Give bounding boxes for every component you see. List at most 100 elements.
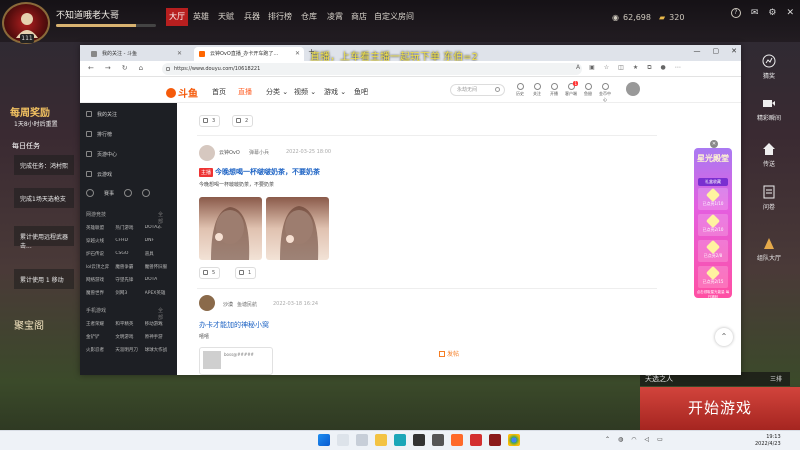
browser-tab-active[interactable]: 云钟OvO直播_办卡开车跑了… ✕ xyxy=(194,47,304,61)
app-icon[interactable] xyxy=(470,434,482,446)
sidebar-game[interactable]: 热门游戏 xyxy=(115,225,144,231)
sidebar-game[interactable]: 道具 xyxy=(145,251,174,257)
header-yuchi[interactable]: 鱼翅 xyxy=(581,83,595,97)
weekly-reward-title[interactable]: 每周奖励 xyxy=(10,104,50,119)
site-logo[interactable]: 斗鱼 xyxy=(166,85,198,100)
game-nav-custom-room[interactable]: 自定义房间 xyxy=(374,8,414,26)
windows-start-icon[interactable] xyxy=(318,434,330,446)
sidebar-item-follow[interactable]: 我的关注 xyxy=(86,111,117,118)
game-mode-team[interactable]: 三排 xyxy=(770,374,782,383)
back-icon[interactable]: ← xyxy=(88,64,94,72)
battery-icon[interactable]: ▭ xyxy=(657,436,663,443)
post-title[interactable]: 办卡才能加的神秘小窝 xyxy=(199,320,269,330)
sidebar-game[interactable]: CFHD xyxy=(115,238,144,244)
sidebar-game[interactable]: 炉石传说 xyxy=(86,251,115,257)
network-icon[interactable]: ◍ xyxy=(618,436,623,443)
game-nav-heroes[interactable]: 英雄 xyxy=(191,8,211,26)
forward-icon[interactable]: → xyxy=(105,64,111,72)
comment-button[interactable]: 1 xyxy=(235,267,257,279)
game-nav-storage[interactable]: 仓库 xyxy=(299,8,319,26)
sidebar-game[interactable]: DOTA xyxy=(145,277,174,283)
sidebar-game[interactable]: 魔兽争霸 xyxy=(115,264,144,270)
lol-icon[interactable] xyxy=(124,189,133,197)
game-nav-shop[interactable]: 商店 xyxy=(349,8,369,26)
promo-item[interactable]: 已点亮2/8 xyxy=(698,239,728,262)
header-coin-center[interactable]: 金币中心 xyxy=(598,83,612,103)
post-button[interactable]: 发帖 xyxy=(439,349,459,358)
url-input[interactable]: https://www.douyu.com/10618221 xyxy=(162,63,582,75)
sidebar-game[interactable]: 球球大作战 xyxy=(145,347,174,353)
sidebar-game[interactable]: 魔兽怀旧服 xyxy=(145,264,174,270)
home-icon[interactable]: ⌂ xyxy=(139,64,143,72)
sidebar-game[interactable]: 移动游戏 xyxy=(145,321,174,327)
sidebar-game[interactable]: 网络游戏 xyxy=(86,277,115,283)
help-icon[interactable]: ? xyxy=(730,8,741,18)
sidebar-game[interactable]: 金铲铲 xyxy=(86,334,115,340)
settings-icon[interactable]: ⚙ xyxy=(768,8,776,18)
post-image[interactable] xyxy=(199,197,262,260)
close-icon[interactable]: ✕ xyxy=(295,47,300,61)
site-search-input[interactable]: 永劫无间 xyxy=(450,84,505,96)
post-title[interactable]: 今晚想喝一杯啵啵奶茶，不要奶茶 xyxy=(215,167,320,177)
douyu-icon[interactable] xyxy=(451,434,463,446)
starlight-promo-banner[interactable]: 星光殿堂 礼盒收藏 已点亮1/10 已点亮2/10 已点亮2/8 已点亮2/15… xyxy=(694,148,732,299)
site-nav-category[interactable]: 分类 ⌄ xyxy=(266,87,288,97)
game-nav-lobby[interactable]: 大厅 xyxy=(166,8,188,26)
wifi-icon[interactable]: ◠ xyxy=(631,436,636,443)
promo-close-button[interactable]: ✕ xyxy=(710,140,718,148)
collections-icon[interactable]: ⧉ xyxy=(647,64,651,72)
search-icon[interactable] xyxy=(337,434,349,446)
mail-icon[interactable]: ✉ xyxy=(751,8,759,18)
sidebar-event-label[interactable]: 赛事 xyxy=(104,190,114,197)
sidebar-game[interactable]: 王者荣耀 xyxy=(86,321,115,327)
sidebar-game[interactable]: 穿越火线 xyxy=(86,238,115,244)
site-nav-fishbar[interactable]: 鱼吧 xyxy=(354,87,368,97)
sidebar-game[interactable]: 剑网3 xyxy=(115,290,144,296)
daily-task-item[interactable]: 累计使用远程武器击... xyxy=(14,226,74,250)
sidebar-game[interactable]: 文明游戏 xyxy=(115,334,144,340)
author-avatar[interactable] xyxy=(199,145,215,161)
sidebar-item-cloud-game[interactable]: 云游戏 xyxy=(86,171,112,178)
extension-icon[interactable]: ▣ xyxy=(589,64,595,72)
close-icon[interactable]: ✕ xyxy=(731,47,737,55)
post-link-card[interactable]: boss@##### xyxy=(199,347,273,375)
sidebar-game[interactable]: 天涯明月刀 xyxy=(115,347,144,353)
treasure-pavilion[interactable]: 聚宝阁 xyxy=(14,317,44,332)
trophy-icon[interactable] xyxy=(86,189,94,197)
close-icon[interactable]: ✕ xyxy=(786,8,794,18)
chevron-up-icon[interactable]: ⌃ xyxy=(605,436,610,443)
file-explorer-icon[interactable] xyxy=(375,434,387,446)
game-icon[interactable] xyxy=(489,434,501,446)
sidebar-game[interactable]: APEX英雄 xyxy=(145,290,174,296)
sidebar-game[interactable]: 和平精英 xyxy=(115,321,144,327)
header-broadcast[interactable]: 开播 xyxy=(547,83,561,97)
app-icon[interactable] xyxy=(413,434,425,446)
daily-task-item[interactable]: 完成1场天选枪支 xyxy=(14,188,74,208)
sidebar-game[interactable]: DNF xyxy=(145,238,174,244)
sidebar-game[interactable]: 英雄联盟 xyxy=(86,225,115,231)
sidebar-game[interactable]: 魔兽世界 xyxy=(86,290,115,296)
favorite-icon[interactable]: ☆ xyxy=(604,64,609,72)
sidebar-game[interactable]: CSGO xyxy=(115,251,144,257)
edge-browser-icon[interactable] xyxy=(394,434,406,446)
right-side-guess[interactable]: 猜奖 xyxy=(742,54,796,80)
back-to-top-button[interactable]: ⌃ xyxy=(715,328,733,346)
task-view-icon[interactable] xyxy=(356,434,368,446)
maximize-icon[interactable]: ▢ xyxy=(713,47,720,55)
close-icon[interactable]: ✕ xyxy=(177,47,182,61)
daily-task-title[interactable]: 每日任务 xyxy=(12,141,40,151)
author-name[interactable]: 沙漠 xyxy=(223,301,233,308)
reload-icon[interactable]: ↻ xyxy=(122,64,128,72)
sidebar-game[interactable]: 原神手游 xyxy=(145,334,174,340)
comment-button[interactable]: 2 xyxy=(232,115,254,127)
sidebar-game[interactable]: 守望先锋 xyxy=(115,277,144,283)
split-icon[interactable]: ◫ xyxy=(618,64,624,72)
site-nav-video[interactable]: 视频 ⌄ xyxy=(294,87,316,97)
browser-tab[interactable]: 我的关注 - 斗鱼 ✕ xyxy=(86,47,186,61)
sidebar-item-webgame[interactable]: 页游中心 xyxy=(86,151,117,158)
search-icon[interactable] xyxy=(495,87,500,92)
right-side-survey[interactable]: 问卷 xyxy=(742,185,796,211)
taskbar-clock[interactable]: 19:13 2022/4/23 xyxy=(755,434,781,448)
right-side-highlights[interactable]: 精彩瞬间 xyxy=(742,96,796,122)
favorites-icon[interactable]: ★ xyxy=(633,64,638,72)
